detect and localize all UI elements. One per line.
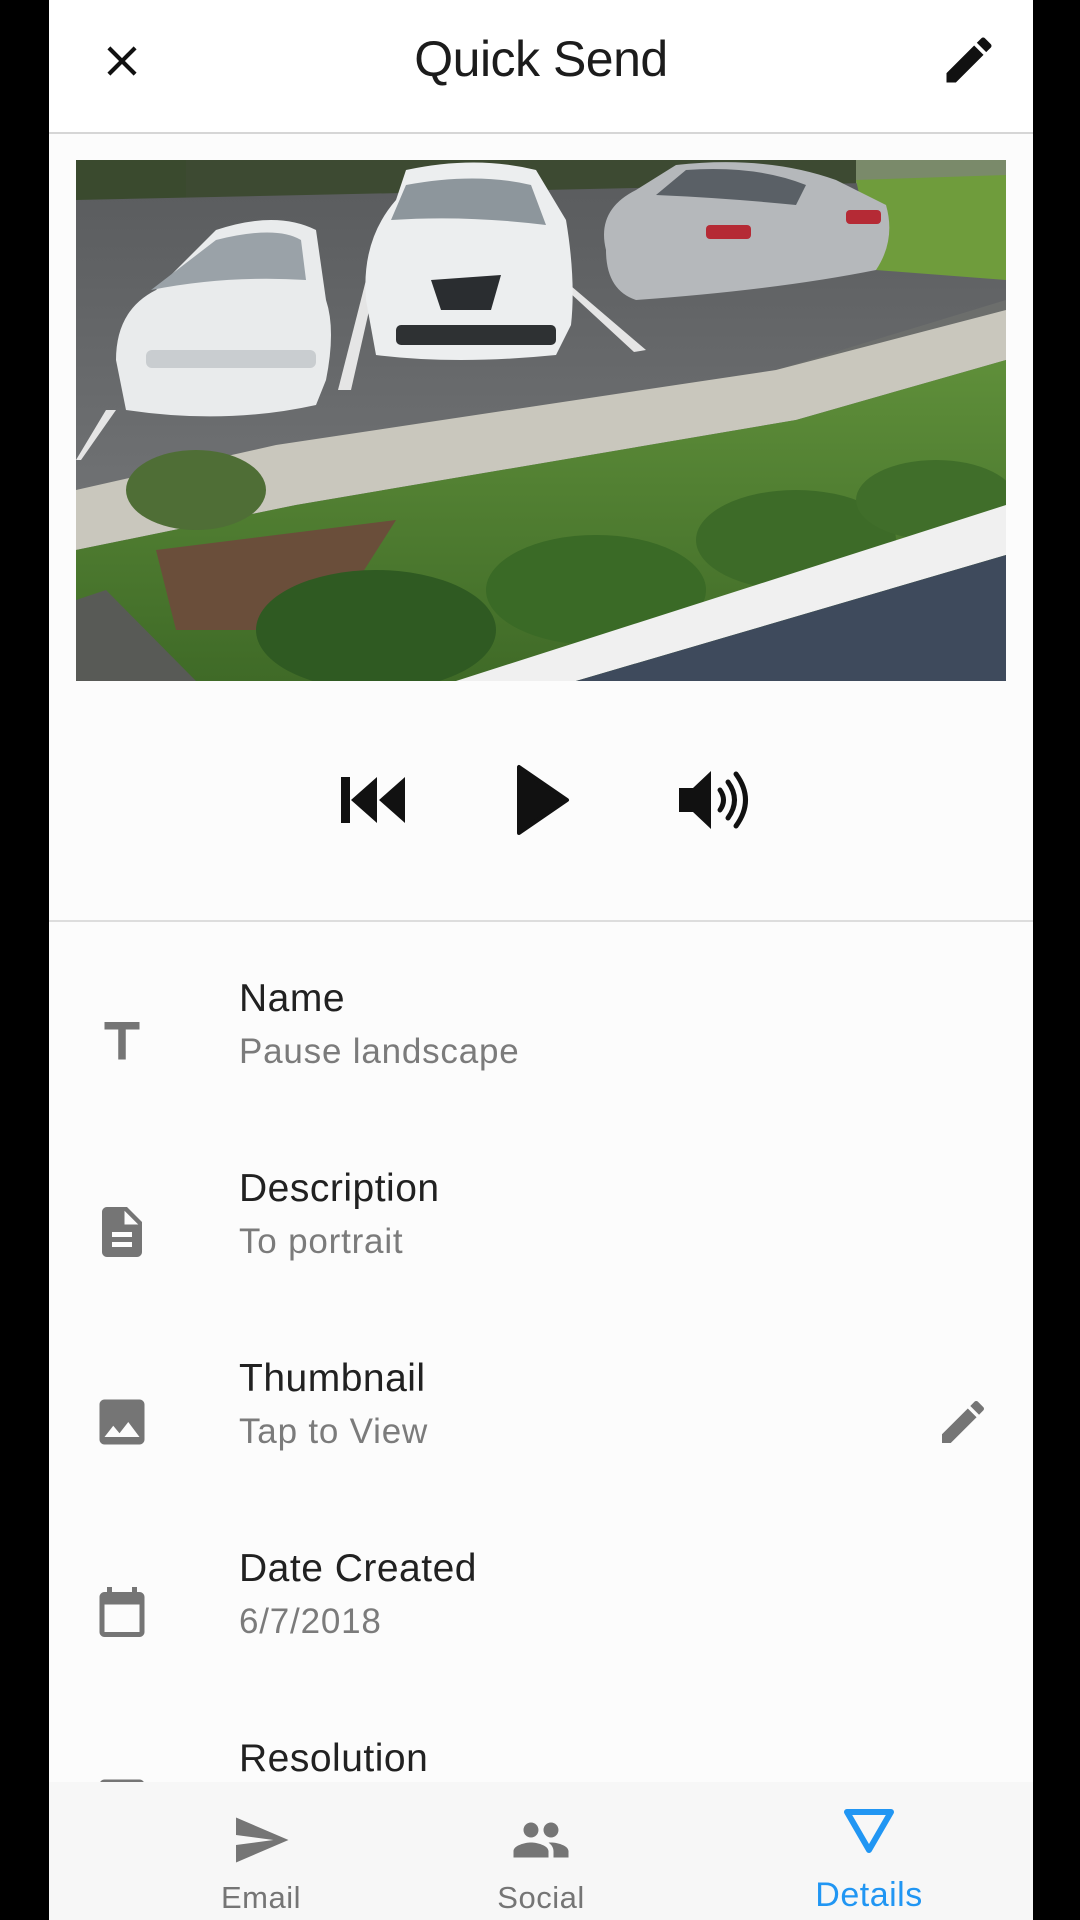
nav-label: Details	[815, 1876, 923, 1914]
detail-label: Description	[239, 1167, 440, 1210]
player-controls	[49, 700, 1033, 900]
top-app-bar: Quick Send	[49, 0, 1033, 134]
skip-back-icon	[341, 777, 405, 823]
edit-button[interactable]	[939, 30, 999, 90]
pencil-icon[interactable]	[935, 1394, 991, 1450]
image-icon	[99, 1399, 145, 1445]
volume-icon	[679, 771, 748, 829]
detail-row-date-created[interactable]: Date Created 6/7/2018	[49, 1492, 1033, 1682]
play-button[interactable]	[497, 755, 587, 845]
detail-label: Resolution	[239, 1737, 429, 1780]
detail-label: Thumbnail	[239, 1357, 426, 1400]
video-preview[interactable]	[76, 160, 1006, 681]
video-frame-image	[76, 160, 1006, 681]
detail-row-thumbnail[interactable]: Thumbnail Tap to View	[49, 1302, 1033, 1492]
detail-row-name[interactable]: Name Pause landscape	[49, 922, 1033, 1112]
detail-row-description[interactable]: Description To portrait	[49, 1112, 1033, 1302]
skip-back-button[interactable]	[329, 755, 419, 845]
pencil-icon	[946, 37, 992, 83]
bottom-navigation: Email Social Details	[49, 1782, 1033, 1920]
detail-label: Name	[239, 977, 346, 1020]
app-screen: Quick Send Name Pause landscape Descript…	[49, 0, 1033, 1920]
nav-label: Email	[220, 1880, 301, 1915]
calendar-icon	[99, 1587, 145, 1637]
detail-value: 6/7/2018	[239, 1602, 382, 1641]
nav-label: Social	[497, 1880, 585, 1915]
nav-item-details[interactable]: Details	[769, 1782, 969, 1920]
volume-button[interactable]	[675, 755, 765, 845]
detail-value: Pause landscape	[239, 1032, 520, 1071]
nav-item-social[interactable]: Social	[441, 1782, 641, 1920]
nav-item-email[interactable]: Email	[161, 1782, 361, 1920]
people-icon	[513, 1822, 569, 1858]
send-icon	[236, 1817, 289, 1863]
detail-value: To portrait	[239, 1222, 404, 1261]
detail-label: Date Created	[239, 1547, 477, 1590]
text-icon	[104, 1022, 140, 1060]
detail-value: Tap to View	[239, 1412, 429, 1451]
triangle-icon	[844, 1809, 894, 1853]
page-title: Quick Send	[414, 31, 668, 87]
document-icon	[102, 1207, 142, 1257]
play-icon	[517, 765, 569, 835]
